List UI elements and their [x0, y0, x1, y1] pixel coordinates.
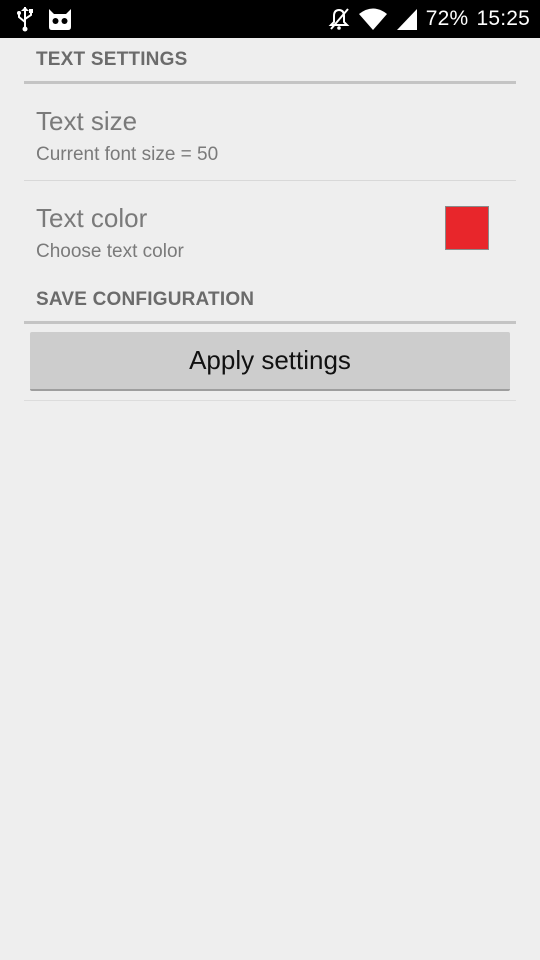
status-bar: 72% 15:25 [0, 0, 540, 38]
preferences-list: TEXT SETTINGS Text size Current font siz… [24, 38, 516, 401]
category-save-configuration: SAVE CONFIGURATION [24, 278, 516, 324]
usb-icon [16, 6, 34, 32]
apply-button-row: Apply settings [24, 324, 516, 401]
pref-text-color[interactable]: Text color Choose text color [24, 181, 516, 278]
pref-title: Text size [36, 106, 138, 136]
pref-summary: Choose text color [36, 241, 184, 262]
cyanogenmod-icon [46, 7, 74, 31]
pref-text-size[interactable]: Text size Current font size = 50 [24, 84, 516, 181]
muted-icon [328, 7, 350, 31]
wifi-icon [358, 7, 388, 31]
apply-settings-button[interactable]: Apply settings [30, 332, 510, 391]
pref-title: Text color [36, 203, 148, 233]
category-header: SAVE CONFIGURATION [36, 288, 255, 310]
signal-icon [396, 7, 418, 31]
clock: 15:25 [476, 7, 530, 30]
battery-percent: 72% [425, 7, 469, 30]
category-text-settings: TEXT SETTINGS [24, 38, 516, 84]
pref-summary: Current font size = 50 [36, 144, 219, 165]
category-header: TEXT SETTINGS [36, 48, 188, 70]
color-swatch[interactable] [445, 206, 489, 250]
